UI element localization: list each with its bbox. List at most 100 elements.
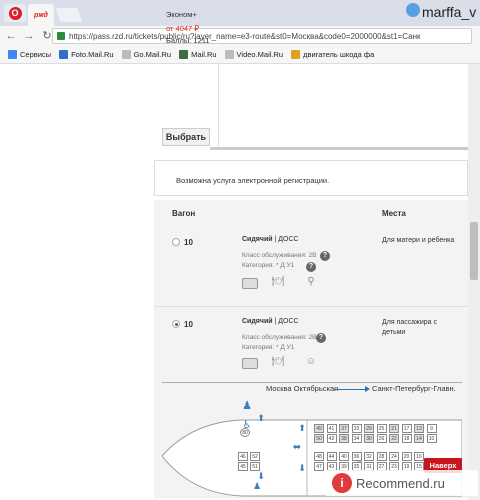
bookmarks-bar: Сервисы Foto.Mail.Ru Go.Mail.Ru Mail.Ru Vide… <box>0 46 480 64</box>
seat[interactable]: 41 <box>326 424 337 433</box>
route-from: Москва Октябрьская <box>266 384 339 393</box>
seat[interactable]: 34 <box>351 434 362 443</box>
fare-points: Баллы: 1211 <box>166 36 210 45</box>
address-bar[interactable]: https://pass.rzd.ru/tickets/public/ru?la… <box>52 28 472 44</box>
car-row-1-places: Для матери и ребенка <box>382 237 455 244</box>
seat[interactable]: 30 <box>364 434 374 443</box>
back-arrow-icon[interactable]: ← <box>4 29 18 43</box>
page-scrollbar[interactable] <box>468 64 480 500</box>
fare-price: от 4047 ₽ <box>166 24 200 33</box>
seat[interactable]: 48 <box>314 452 324 461</box>
seat[interactable]: 28 <box>376 452 387 461</box>
meal-icon: 🍽 <box>271 356 285 367</box>
seat[interactable]: 13 <box>414 424 424 433</box>
scrollbar-thumb[interactable] <box>470 222 478 280</box>
fare-divider <box>218 64 219 146</box>
seat[interactable]: 24 <box>389 452 399 461</box>
power-socket-icon <box>242 278 258 289</box>
arrow-up-icon: ⬆ <box>257 413 265 423</box>
profile-avatar-icon[interactable] <box>406 3 420 17</box>
bookmark-item[interactable]: Video.Mail.Ru <box>224 50 283 59</box>
car-row-1-service-class: Класс обслуживания: 2В <box>242 252 317 259</box>
bookmark-label: Go.Mail.Ru <box>133 50 172 59</box>
watermark-text: Recommend.ru <box>356 475 445 491</box>
seat[interactable]: 52 <box>250 452 260 461</box>
arrow-down-icon: ⬇ <box>298 463 306 473</box>
bookmark-item[interactable]: Сервисы <box>8 50 51 59</box>
seat[interactable]: 26 <box>376 434 387 443</box>
seat[interactable]: 51 <box>250 462 260 471</box>
browser-tab-opera[interactable]: O <box>4 4 26 22</box>
seat[interactable]: 45 <box>238 462 248 471</box>
seat[interactable]: 22 <box>389 434 399 443</box>
seat[interactable]: 38 <box>339 434 349 443</box>
page-icon <box>224 50 234 59</box>
car-row-1-category-help-icon[interactable]: ? <box>306 262 316 272</box>
bookmark-label: Сервисы <box>20 50 52 59</box>
bookmark-item[interactable]: двигатель шкода фа <box>291 50 374 59</box>
seat[interactable]: 32 <box>364 452 374 461</box>
car-row-1-seat-type: Сидячий | ДОСС <box>242 236 299 243</box>
seat[interactable]: 21 <box>389 424 399 433</box>
bookmark-item[interactable]: Go.Mail.Ru <box>121 50 172 59</box>
seat[interactable]: 33 <box>351 424 362 433</box>
irecommend-logo-icon: i <box>332 473 352 493</box>
arrow-up-icon: ⬆ <box>298 423 306 433</box>
car-row-2-number: 10 <box>184 320 193 329</box>
seat[interactable]: 14 <box>414 434 424 443</box>
bookmark-label: Mail.Ru <box>191 50 217 59</box>
bookmark-item[interactable]: Foto.Mail.Ru <box>59 50 114 59</box>
row-separator <box>154 306 468 307</box>
seat[interactable]: 44 <box>326 452 337 461</box>
browser-toolbar: ← → ↻ https://pass.rzd.ru/tickets/public… <box>0 26 480 46</box>
power-socket-icon <box>242 358 258 369</box>
car-row-1-category: Категория: * Д У1 <box>242 262 295 269</box>
arrows-horizontal-icon: ⬌ <box>292 442 302 453</box>
car-row-2-help-icon[interactable]: ? <box>316 333 326 343</box>
col-header-car: Вагон <box>172 209 196 218</box>
fare-tab-underline <box>210 147 468 150</box>
seat[interactable]: 29 <box>364 424 374 433</box>
baby-bottle-icon: ⚲ <box>307 276 315 287</box>
mail-icon <box>179 50 189 59</box>
bookmark-label: двигатель шкода фа <box>303 50 375 59</box>
car-row-2-places: Для пассажира с детьми <box>382 319 437 336</box>
seat[interactable]: 17 <box>401 424 412 433</box>
bookmark-label: Foto.Mail.Ru <box>71 50 114 59</box>
seat[interactable]: 40 <box>339 452 349 461</box>
meal-icon: 🍽 <box>271 276 285 287</box>
route-direction-arrow-icon <box>334 386 370 392</box>
seat[interactable]: 80 <box>240 428 250 437</box>
seat[interactable]: 25 <box>376 424 387 433</box>
browser-titlebar: O ржд marffa_v <box>0 0 480 26</box>
person-icon: ♟ <box>252 481 262 491</box>
new-tab-button[interactable] <box>55 8 83 22</box>
photo-icon <box>59 50 69 59</box>
fare-class-name: Эконом+ <box>166 10 197 19</box>
seat[interactable]: 46 <box>238 452 248 461</box>
rzd-logo-icon: ржд <box>34 11 48 19</box>
car-row-2-seat-type: Сидячий | ДОСС <box>242 318 299 325</box>
car-row-1-radio[interactable] <box>172 238 180 246</box>
seat[interactable]: 49 <box>314 424 324 433</box>
select-fare-button[interactable]: Выбрать <box>162 128 210 146</box>
car-row-1-help-icon[interactable]: ? <box>320 251 330 261</box>
seat[interactable]: 16 <box>414 452 424 461</box>
seat[interactable]: 42 <box>326 434 337 443</box>
bookmark-item[interactable]: Mail.Ru <box>179 50 217 59</box>
seat[interactable]: 37 <box>339 424 349 433</box>
seat[interactable]: 47 <box>314 462 324 471</box>
seat[interactable]: 50 <box>314 434 324 443</box>
seat[interactable]: 20 <box>401 452 412 461</box>
lock-icon <box>57 32 65 40</box>
car-row-2-service-class: Класс обслуживания: 2В <box>242 334 317 341</box>
browser-tab-rzd[interactable]: ржд <box>28 4 54 26</box>
seat[interactable]: 18 <box>401 434 412 443</box>
forward-arrow-icon[interactable]: → <box>22 29 36 43</box>
seat[interactable]: 9 <box>426 424 437 433</box>
opera-logo-icon: O <box>8 6 22 20</box>
car-row-2-radio[interactable] <box>172 320 180 328</box>
seat[interactable]: 10 <box>426 434 437 443</box>
seat[interactable]: 36 <box>351 452 362 461</box>
car-row-2-category: Категория: * Д У1 <box>242 344 295 351</box>
